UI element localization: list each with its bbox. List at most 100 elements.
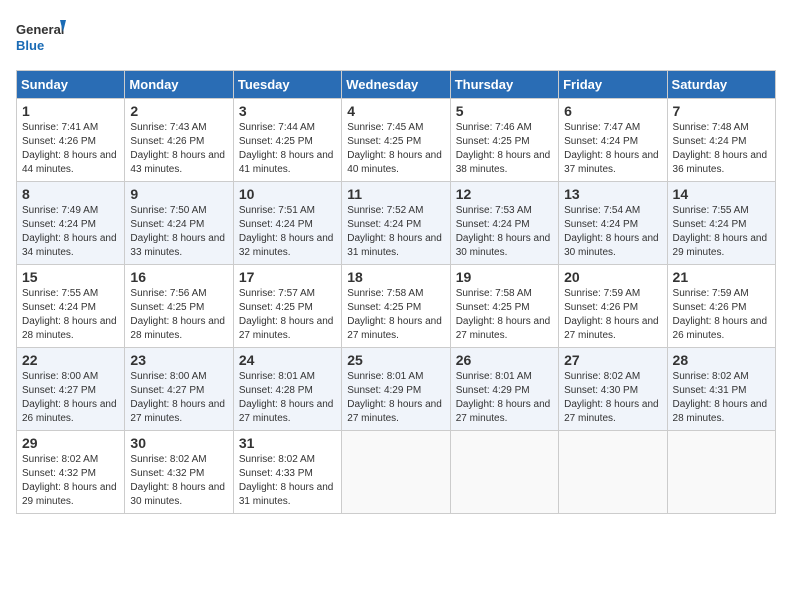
calendar-day-cell: 17Sunrise: 7:57 AMSunset: 4:25 PMDayligh… <box>233 265 341 348</box>
day-info: Sunrise: 8:02 AMSunset: 4:30 PMDaylight:… <box>564 370 661 426</box>
day-number: 3 <box>239 103 336 119</box>
day-number: 25 <box>347 352 444 368</box>
logo-svg: General Blue <box>16 16 66 58</box>
calendar-day-cell: 5 Sunrise: 7:46 AMSunset: 4:25 PMDaylight… <box>450 99 558 182</box>
calendar-day-cell: 28Sunrise: 8:02 AMSunset: 4:31 PMDayligh… <box>667 348 775 431</box>
day-info: Sunrise: 7:55 AMSunset: 4:24 PMDaylight:… <box>673 204 770 260</box>
day-info: Sunrise: 7:52 AMSunset: 4:24 PMDaylight:… <box>347 204 444 260</box>
calendar-day-cell: 6 Sunrise: 7:47 AMSunset: 4:24 PMDaylight… <box>559 99 667 182</box>
calendar-day-cell: 15Sunrise: 7:55 AMSunset: 4:24 PMDayligh… <box>17 265 125 348</box>
day-info: Sunrise: 7:48 AMSunset: 4:24 PMDaylight:… <box>673 121 770 177</box>
calendar-week-row: 29 Sunrise: 8:02 AMSunset: 4:32 PMDayligh… <box>17 431 776 514</box>
day-number: 21 <box>673 269 770 285</box>
calendar-day-cell: 8 Sunrise: 7:49 AMSunset: 4:24 PMDaylight… <box>17 182 125 265</box>
day-number: 24 <box>239 352 336 368</box>
day-info: Sunrise: 7:43 AMSunset: 4:26 PMDaylight:… <box>130 121 227 177</box>
calendar-day-cell: 27 Sunrise: 8:02 AMSunset: 4:30 PMDayligh… <box>559 348 667 431</box>
day-number: 13 <box>564 186 661 202</box>
day-info: Sunrise: 7:58 AMSunset: 4:25 PMDaylight:… <box>456 287 553 343</box>
calendar-day-cell: 26Sunrise: 8:01 AMSunset: 4:29 PMDayligh… <box>450 348 558 431</box>
column-header-wednesday: Wednesday <box>342 71 450 99</box>
day-info: Sunrise: 8:01 AMSunset: 4:28 PMDaylight:… <box>239 370 336 426</box>
day-info: Sunrise: 7:45 AMSunset: 4:25 PMDaylight:… <box>347 121 444 177</box>
day-info: Sunrise: 8:01 AMSunset: 4:29 PMDaylight:… <box>347 370 444 426</box>
calendar-header-row: SundayMondayTuesdayWednesdayThursdayFrid… <box>17 71 776 99</box>
empty-cell <box>559 431 667 514</box>
day-number: 18 <box>347 269 444 285</box>
logo: General Blue <box>16 16 66 58</box>
calendar-day-cell: 1 Sunrise: 7:41 AMSunset: 4:26 PMDaylight… <box>17 99 125 182</box>
calendar-week-row: 1 Sunrise: 7:41 AMSunset: 4:26 PMDaylight… <box>17 99 776 182</box>
calendar-week-row: 15Sunrise: 7:55 AMSunset: 4:24 PMDayligh… <box>17 265 776 348</box>
day-number: 19 <box>456 269 553 285</box>
calendar-day-cell: 21Sunrise: 7:59 AMSunset: 4:26 PMDayligh… <box>667 265 775 348</box>
calendar-day-cell: 25 Sunrise: 8:01 AMSunset: 4:29 PMDayligh… <box>342 348 450 431</box>
day-info: Sunrise: 7:44 AMSunset: 4:25 PMDaylight:… <box>239 121 336 177</box>
calendar-week-row: 22Sunrise: 8:00 AMSunset: 4:27 PMDayligh… <box>17 348 776 431</box>
calendar-day-cell: 9 Sunrise: 7:50 AMSunset: 4:24 PMDaylight… <box>125 182 233 265</box>
calendar-day-cell: 19 Sunrise: 7:58 AMSunset: 4:25 PMDayligh… <box>450 265 558 348</box>
column-header-thursday: Thursday <box>450 71 558 99</box>
day-number: 17 <box>239 269 336 285</box>
day-number: 16 <box>130 269 227 285</box>
column-header-saturday: Saturday <box>667 71 775 99</box>
day-info: Sunrise: 7:46 AMSunset: 4:25 PMDaylight:… <box>456 121 553 177</box>
calendar-week-row: 8 Sunrise: 7:49 AMSunset: 4:24 PMDaylight… <box>17 182 776 265</box>
day-number: 12 <box>456 186 553 202</box>
day-info: Sunrise: 7:56 AMSunset: 4:25 PMDaylight:… <box>130 287 227 343</box>
day-info: Sunrise: 8:00 AMSunset: 4:27 PMDaylight:… <box>22 370 119 426</box>
day-info: Sunrise: 7:49 AMSunset: 4:24 PMDaylight:… <box>22 204 119 260</box>
day-info: Sunrise: 7:55 AMSunset: 4:24 PMDaylight:… <box>22 287 119 343</box>
day-info: Sunrise: 7:58 AMSunset: 4:25 PMDaylight:… <box>347 287 444 343</box>
day-number: 9 <box>130 186 227 202</box>
calendar-day-cell: 2 Sunrise: 7:43 AMSunset: 4:26 PMDaylight… <box>125 99 233 182</box>
column-header-monday: Monday <box>125 71 233 99</box>
day-number: 29 <box>22 435 119 451</box>
day-number: 14 <box>673 186 770 202</box>
day-info: Sunrise: 8:02 AMSunset: 4:33 PMDaylight:… <box>239 453 336 509</box>
day-number: 28 <box>673 352 770 368</box>
empty-cell <box>342 431 450 514</box>
day-number: 27 <box>564 352 661 368</box>
page-header: General Blue <box>16 16 776 58</box>
calendar-day-cell: 4 Sunrise: 7:45 AMSunset: 4:25 PMDaylight… <box>342 99 450 182</box>
empty-cell <box>667 431 775 514</box>
calendar-day-cell: 30 Sunrise: 8:02 AMSunset: 4:32 PMDayligh… <box>125 431 233 514</box>
day-number: 20 <box>564 269 661 285</box>
day-number: 23 <box>130 352 227 368</box>
day-number: 30 <box>130 435 227 451</box>
day-number: 8 <box>22 186 119 202</box>
day-number: 5 <box>456 103 553 119</box>
day-number: 10 <box>239 186 336 202</box>
day-number: 26 <box>456 352 553 368</box>
day-number: 7 <box>673 103 770 119</box>
calendar-day-cell: 12Sunrise: 7:53 AMSunset: 4:24 PMDayligh… <box>450 182 558 265</box>
day-info: Sunrise: 8:02 AMSunset: 4:32 PMDaylight:… <box>22 453 119 509</box>
calendar-day-cell: 7 Sunrise: 7:48 AMSunset: 4:24 PMDaylight… <box>667 99 775 182</box>
column-header-tuesday: Tuesday <box>233 71 341 99</box>
day-number: 4 <box>347 103 444 119</box>
column-header-friday: Friday <box>559 71 667 99</box>
day-number: 1 <box>22 103 119 119</box>
day-number: 31 <box>239 435 336 451</box>
calendar-table: SundayMondayTuesdayWednesdayThursdayFrid… <box>16 70 776 514</box>
calendar-body: 1 Sunrise: 7:41 AMSunset: 4:26 PMDaylight… <box>17 99 776 514</box>
day-info: Sunrise: 7:59 AMSunset: 4:26 PMDaylight:… <box>564 287 661 343</box>
calendar-day-cell: 16 Sunrise: 7:56 AMSunset: 4:25 PMDayligh… <box>125 265 233 348</box>
day-info: Sunrise: 8:02 AMSunset: 4:32 PMDaylight:… <box>130 453 227 509</box>
day-info: Sunrise: 7:51 AMSunset: 4:24 PMDaylight:… <box>239 204 336 260</box>
calendar-day-cell: 3 Sunrise: 7:44 AMSunset: 4:25 PMDaylight… <box>233 99 341 182</box>
calendar-day-cell: 13Sunrise: 7:54 AMSunset: 4:24 PMDayligh… <box>559 182 667 265</box>
day-number: 11 <box>347 186 444 202</box>
calendar-day-cell: 11 Sunrise: 7:52 AMSunset: 4:24 PMDayligh… <box>342 182 450 265</box>
day-info: Sunrise: 7:50 AMSunset: 4:24 PMDaylight:… <box>130 204 227 260</box>
calendar-day-cell: 18 Sunrise: 7:58 AMSunset: 4:25 PMDayligh… <box>342 265 450 348</box>
day-info: Sunrise: 7:47 AMSunset: 4:24 PMDaylight:… <box>564 121 661 177</box>
day-info: Sunrise: 7:41 AMSunset: 4:26 PMDaylight:… <box>22 121 119 177</box>
svg-text:General: General <box>16 22 64 37</box>
calendar-day-cell: 23Sunrise: 8:00 AMSunset: 4:27 PMDayligh… <box>125 348 233 431</box>
calendar-day-cell: 31 Sunrise: 8:02 AMSunset: 4:33 PMDayligh… <box>233 431 341 514</box>
day-number: 6 <box>564 103 661 119</box>
day-number: 2 <box>130 103 227 119</box>
calendar-day-cell: 14 Sunrise: 7:55 AMSunset: 4:24 PMDayligh… <box>667 182 775 265</box>
